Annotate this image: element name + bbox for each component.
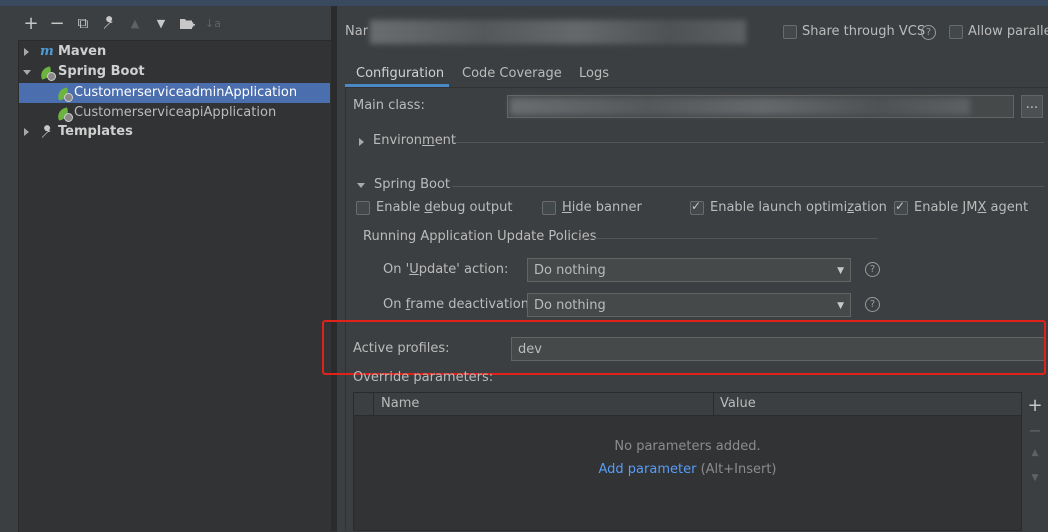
enable-jmx-agent-checkbox[interactable] — [894, 199, 908, 215]
column-divider — [713, 393, 714, 415]
tree-label-spring-boot: Spring Boot — [58, 64, 145, 79]
enable-launch-optimization-checkbox[interactable] — [690, 199, 704, 215]
environment-separator — [454, 142, 1044, 143]
left-toolbar: + − ⧉ ▲ ▼ ↓a — [0, 8, 337, 38]
update-policies-title: Running Application Update Policies — [363, 229, 597, 244]
tree-item-templates[interactable]: Templates — [18, 122, 331, 142]
move-down-icon[interactable]: ▼ — [148, 8, 174, 38]
hide-banner-checkbox[interactable] — [542, 201, 556, 215]
tree-label-templates: Templates — [58, 124, 133, 139]
tree-item-customerserviceapi[interactable]: CustomerserviceapiApplication — [19, 103, 330, 123]
empty-table-text: No parameters added. — [614, 439, 761, 454]
on-frame-deactivation-select[interactable]: Do nothing ▼ — [527, 293, 851, 317]
copy-icon[interactable]: ⧉ — [70, 8, 96, 38]
wrench-icon — [40, 125, 54, 146]
on-frame-deactivation-label: On frame deactivation: — [383, 297, 534, 312]
expand-arrow-icon[interactable] — [24, 128, 29, 136]
main-class-value-redacted — [510, 98, 970, 115]
gear-badge-icon — [64, 113, 73, 122]
add-parameter-link[interactable]: Add parameter — [598, 462, 696, 477]
column-header-value[interactable]: Value — [720, 396, 756, 411]
enable-debug-output-checkbox[interactable] — [356, 201, 370, 215]
add-parameter-row: Add parameter (Alt+Insert) — [353, 462, 1022, 477]
folder-icon[interactable] — [174, 8, 200, 38]
tree-label-customerserviceadmin: CustomerserviceadminApplication — [74, 85, 298, 100]
gear-badge-icon — [64, 93, 73, 102]
spring-boot-separator — [452, 186, 1044, 187]
name-field-redacted[interactable] — [370, 20, 746, 44]
tree-item-customerserviceadmin[interactable]: CustomerserviceadminApplication — [19, 83, 330, 103]
on-update-action-value: Do nothing — [534, 263, 606, 278]
add-icon[interactable]: + — [18, 8, 44, 38]
allow-parallel-label: Allow paralle — [968, 24, 1048, 39]
enable-jmx-agent-label: Enable JMX agent — [914, 200, 1029, 215]
on-update-action-select[interactable]: Do nothing ▼ — [527, 258, 851, 282]
add-parameter-shortcut: (Alt+Insert) — [700, 462, 777, 477]
on-frame-deactivation-value: Do nothing — [534, 298, 606, 313]
spring-boot-section-title[interactable]: Spring Boot — [374, 177, 450, 192]
tree-item-maven[interactable]: m Maven — [18, 42, 331, 62]
wrench-icon[interactable] — [96, 8, 122, 38]
hide-banner-label: Hide banner — [562, 200, 642, 215]
highlight-annotation-box — [322, 320, 1046, 375]
tab-code-coverage[interactable]: Code Coverage — [462, 62, 562, 86]
browse-main-class-button[interactable]: ... — [1021, 95, 1043, 118]
move-up-icon[interactable]: ▲ — [122, 8, 148, 38]
override-parameters-label: Override parameters: — [353, 370, 494, 385]
table-header — [353, 392, 1022, 416]
on-update-action-label: On 'Update' action: — [383, 262, 509, 277]
remove-icon[interactable]: − — [1026, 421, 1044, 441]
help-icon[interactable]: ? — [865, 262, 880, 277]
column-divider — [373, 393, 374, 415]
name-label: Nar — [345, 24, 369, 39]
environment-section-toggle[interactable]: Environment — [373, 133, 456, 148]
tab-logs[interactable]: Logs — [579, 62, 609, 86]
column-header-name[interactable]: Name — [381, 396, 419, 411]
move-down-icon[interactable]: ▼ — [1026, 473, 1044, 493]
help-icon[interactable]: ? — [865, 297, 880, 312]
tree-item-spring-boot[interactable]: Spring Boot — [18, 62, 331, 82]
allow-parallel-checkbox[interactable] — [949, 25, 963, 39]
tree-label-maven: Maven — [58, 44, 107, 59]
add-icon[interactable]: + — [1026, 395, 1044, 416]
sort-icon[interactable]: ↓a — [200, 8, 226, 38]
tree-label-customerserviceapi: CustomerserviceapiApplication — [74, 105, 277, 120]
expand-environment-icon[interactable] — [359, 138, 364, 146]
main-class-label: Main class: — [353, 98, 425, 113]
enable-launch-optimization-label: Enable launch optimization — [710, 200, 887, 215]
enable-debug-output-label: Enable debug output — [376, 200, 513, 215]
expand-arrow-icon[interactable] — [24, 48, 29, 56]
chevron-down-icon: ▼ — [837, 266, 844, 276]
collapse-arrow-icon[interactable] — [23, 70, 31, 75]
chevron-down-icon: ▼ — [837, 301, 844, 311]
collapse-spring-boot-icon[interactable] — [357, 183, 365, 188]
share-vcs-checkbox[interactable] — [783, 25, 797, 39]
maven-icon: m — [40, 44, 54, 59]
share-vcs-label: Share through VCS — [802, 24, 926, 39]
update-policies-separator — [580, 238, 878, 239]
remove-icon[interactable]: − — [44, 8, 70, 38]
help-icon[interactable]: ? — [921, 25, 936, 40]
gear-badge-icon — [47, 72, 56, 81]
tab-configuration[interactable]: Configuration — [356, 62, 444, 86]
move-up-icon[interactable]: ▲ — [1026, 448, 1044, 468]
